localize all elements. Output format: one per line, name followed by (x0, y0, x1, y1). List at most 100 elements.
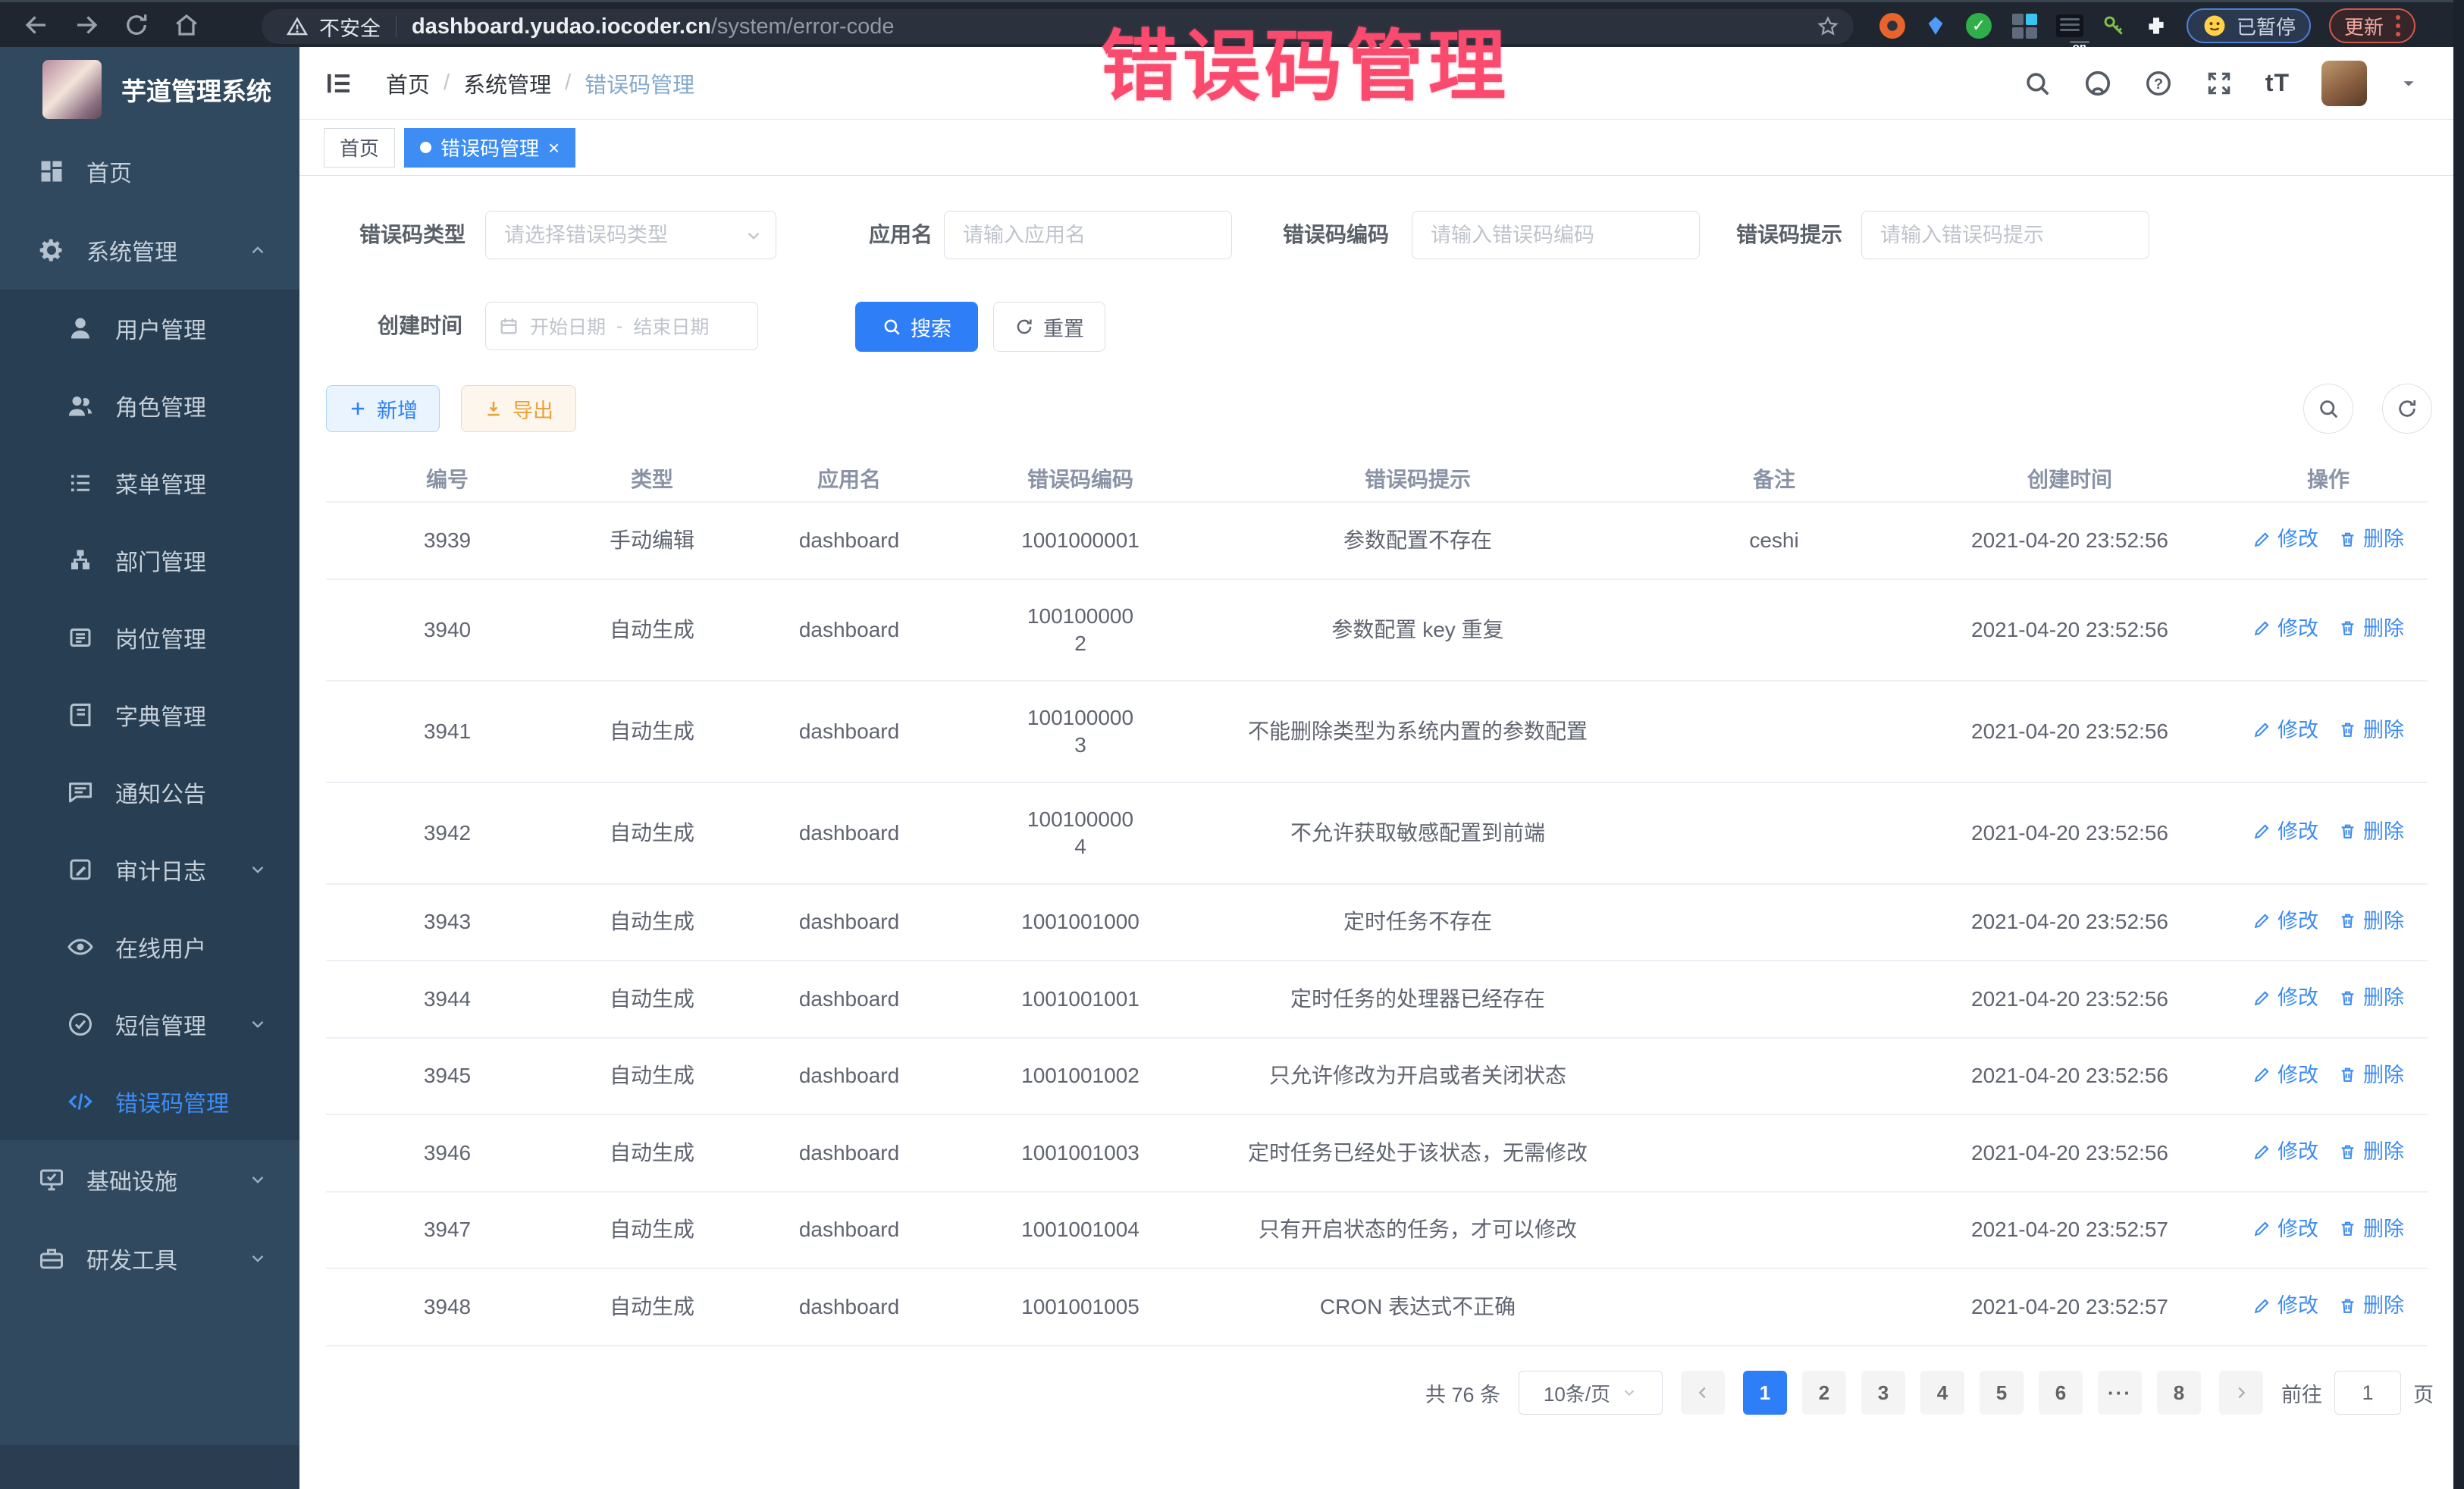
delete-button[interactable]: 删除 (2338, 1215, 2404, 1243)
sidebar-item-system[interactable]: 系统管理 (0, 211, 299, 290)
chevron-down-icon[interactable] (2399, 74, 2419, 93)
prev-page-button[interactable] (1681, 1371, 1725, 1415)
extensions-puzzle-icon[interactable] (2144, 14, 2168, 38)
app-logo-row[interactable]: 芋道管理系统 (0, 47, 299, 132)
home-nav-icon[interactable] (173, 11, 200, 39)
sidebar-item-dept[interactable]: 部门管理 (0, 522, 299, 599)
next-page-button[interactable] (2219, 1371, 2263, 1415)
help-icon[interactable]: ? (2144, 69, 2173, 98)
delete-label: 删除 (2363, 1061, 2404, 1089)
edit-label: 修改 (2277, 1292, 2318, 1319)
page-button-4[interactable]: 4 (1920, 1371, 1964, 1415)
cell-time: 2021-04-20 23:52:56 (1911, 782, 2229, 884)
address-bar[interactable]: 不安全 dashboard.yudao.iocoder.cn/system/er… (262, 9, 1854, 44)
search-icon[interactable] (2023, 69, 2052, 98)
edit-button[interactable]: 修改 (2252, 984, 2318, 1011)
reset-button[interactable]: 重置 (993, 302, 1105, 352)
extension-list-icon[interactable]: on (2056, 12, 2083, 39)
sidebar-item-menu[interactable]: 菜单管理 (0, 444, 299, 522)
update-button[interactable]: 更新 (2329, 8, 2415, 43)
add-button[interactable]: 新增 (326, 385, 440, 432)
refresh-table-button[interactable] (2382, 384, 2432, 434)
extension-gem-icon[interactable] (1924, 14, 1947, 37)
sidebar-item-errcode[interactable]: 错误码管理 (0, 1063, 299, 1140)
fullscreen-icon[interactable] (2205, 69, 2234, 98)
goto-page-input[interactable] (2334, 1371, 2401, 1415)
security-label[interactable]: 不安全 (319, 12, 381, 42)
sidebar-item-post[interactable]: 岗位管理 (0, 599, 299, 676)
sidebar-item-online[interactable]: 在线用户 (0, 908, 299, 986)
delete-button[interactable]: 删除 (2338, 1061, 2404, 1089)
page-size-select[interactable]: 10条/页 (1519, 1371, 1663, 1415)
forward-icon[interactable] (73, 11, 100, 39)
delete-button[interactable]: 删除 (2338, 818, 2404, 845)
browser-menu-icon[interactable] (2396, 15, 2400, 36)
create-time-range-picker[interactable]: 开始日期 - 结束日期 (485, 302, 758, 350)
tab-错误码管理[interactable]: 错误码管理× (404, 128, 575, 168)
edit-button[interactable]: 修改 (2252, 1061, 2318, 1089)
search-button[interactable]: 搜索 (855, 302, 978, 352)
goto-page: 前往 页 (2281, 1371, 2434, 1415)
errcode-type-select[interactable] (485, 211, 776, 259)
delete-button[interactable]: 删除 (2338, 1138, 2404, 1165)
back-icon[interactable] (23, 11, 50, 39)
row-action-links: 修改删除 (2252, 716, 2404, 744)
sidebar-item-label: 岗位管理 (115, 621, 206, 654)
breadcrumb-item[interactable]: 系统管理 (463, 67, 551, 99)
extension-orange-icon[interactable] (1879, 12, 1906, 39)
edit-label: 修改 (2277, 984, 2318, 1011)
export-button[interactable]: 导出 (461, 385, 576, 432)
app-name-input[interactable] (944, 211, 1232, 259)
font-size-icon[interactable]: tT (2265, 69, 2290, 97)
sidebar-item-devtool[interactable]: 研发工具 (0, 1219, 299, 1298)
sidebar-item-sms[interactable]: 短信管理 (0, 986, 299, 1063)
delete-button[interactable]: 删除 (2338, 525, 2404, 553)
page-ellipsis[interactable]: ··· (2098, 1371, 2142, 1415)
sidebar-item-infra[interactable]: 基础设施 (0, 1140, 299, 1219)
delete-button[interactable]: 删除 (2338, 908, 2404, 935)
sidebar-item-user[interactable]: 用户管理 (0, 290, 299, 367)
errcode-hint-input[interactable] (1861, 211, 2149, 259)
page-button-5[interactable]: 5 (1980, 1371, 2024, 1415)
close-icon[interactable]: × (548, 138, 560, 158)
sidebar-item-home[interactable]: 首页 (0, 132, 299, 211)
delete-button[interactable]: 删除 (2338, 716, 2404, 744)
page-button-8[interactable]: 8 (2157, 1371, 2201, 1415)
window-edge-scrollbar[interactable] (2453, 0, 2464, 1489)
delete-button[interactable]: 删除 (2338, 984, 2404, 1011)
github-icon[interactable] (2083, 69, 2112, 98)
show-search-toggle-button[interactable] (2303, 384, 2353, 434)
edit-button[interactable]: 修改 (2252, 1138, 2318, 1165)
hamburger-icon[interactable] (322, 67, 354, 99)
page-button-6[interactable]: 6 (2039, 1371, 2083, 1415)
page-button-2[interactable]: 2 (1802, 1371, 1846, 1415)
bookmark-star-icon[interactable] (1816, 14, 1840, 39)
cell-memo (1638, 1268, 1911, 1346)
errcode-code-input[interactable] (1412, 211, 1700, 259)
page-button-1[interactable]: 1 (1743, 1371, 1787, 1415)
edit-button[interactable]: 修改 (2252, 716, 2318, 744)
sidebar-item-role[interactable]: 角色管理 (0, 367, 299, 444)
extension-grid-icon[interactable] (2011, 12, 2038, 39)
edit-button[interactable]: 修改 (2252, 908, 2318, 935)
sidebar-item-dict[interactable]: 字典管理 (0, 676, 299, 754)
user-avatar[interactable] (2321, 61, 2367, 106)
edit-button[interactable]: 修改 (2252, 615, 2318, 642)
page-button-3[interactable]: 3 (1861, 1371, 1905, 1415)
extension-check-icon[interactable]: ✓ (1965, 12, 1992, 39)
extension-key-icon[interactable] (2102, 14, 2126, 38)
tab-首页[interactable]: 首页 (324, 128, 395, 168)
delete-button[interactable]: 删除 (2338, 1292, 2404, 1319)
edit-button[interactable]: 修改 (2252, 1215, 2318, 1243)
edit-button[interactable]: 修改 (2252, 1292, 2318, 1319)
edit-button[interactable]: 修改 (2252, 818, 2318, 845)
url-text[interactable]: dashboard.yudao.iocoder.cn/system/error-… (412, 14, 895, 39)
system-submenu: 用户管理角色管理菜单管理部门管理岗位管理字典管理通知公告审计日志在线用户短信管理… (0, 290, 299, 1140)
edit-button[interactable]: 修改 (2252, 525, 2318, 553)
paused-extension-pill[interactable]: 已暂停 (2187, 8, 2311, 43)
delete-button[interactable]: 删除 (2338, 615, 2404, 642)
sidebar-item-audit[interactable]: 审计日志 (0, 831, 299, 908)
reload-icon[interactable] (123, 11, 150, 39)
breadcrumb-item[interactable]: 首页 (386, 67, 430, 99)
sidebar-item-notice[interactable]: 通知公告 (0, 754, 299, 831)
